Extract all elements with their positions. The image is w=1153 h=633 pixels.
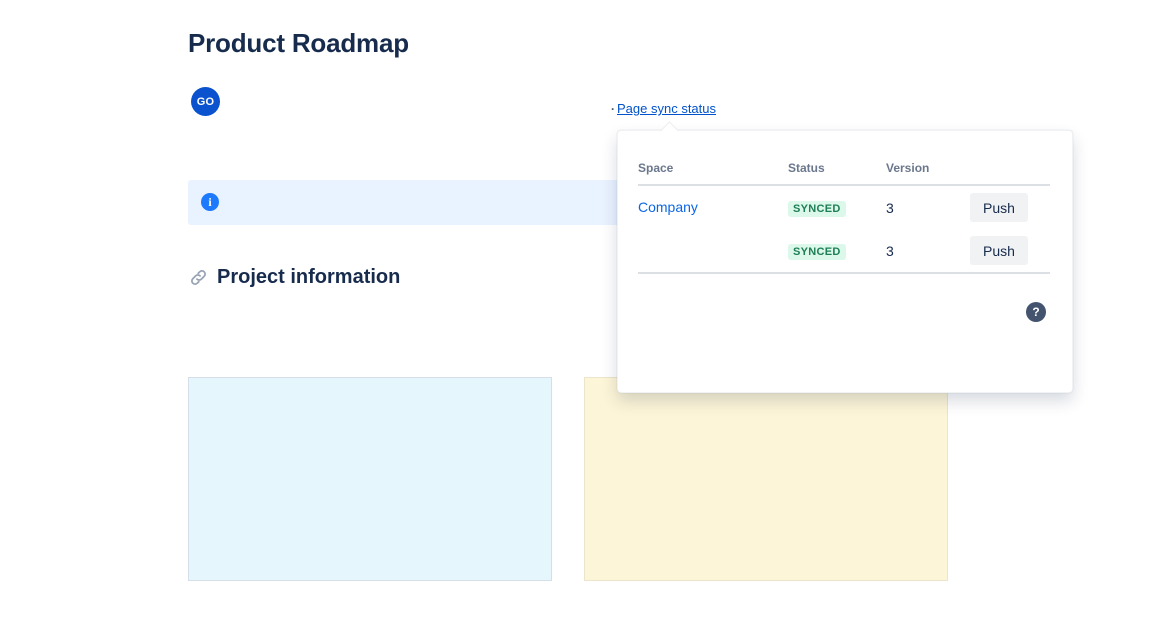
- avatar-initials: GO: [197, 96, 215, 108]
- page: Product Roadmap GO · Page sync status i …: [0, 0, 1153, 633]
- content-box-yellow[interactable]: [584, 377, 948, 581]
- push-button[interactable]: Push: [970, 236, 1028, 265]
- space-link-company[interactable]: Company: [638, 199, 698, 215]
- section-heading-label: Project information: [217, 266, 400, 289]
- section-heading: Project information: [188, 266, 400, 289]
- version-value: 3: [886, 243, 970, 259]
- info-icon-glyph: i: [208, 195, 211, 210]
- column-header-version: Version: [886, 161, 970, 175]
- byline-sync-status: · Page sync status: [611, 101, 716, 116]
- table-row: Company SYNCED 3 Push: [638, 186, 1050, 229]
- page-sync-status-popup: Space Status Version Company SYNCED 3 Pu…: [617, 130, 1073, 393]
- column-header-space: Space: [638, 161, 788, 175]
- push-button[interactable]: Push: [970, 193, 1028, 222]
- status-badge: SYNCED: [788, 201, 846, 217]
- content-box-blue[interactable]: [188, 377, 552, 581]
- table-row: SYNCED 3 Push: [638, 229, 1050, 272]
- link-icon: [188, 267, 209, 288]
- info-icon: i: [201, 193, 219, 211]
- version-value: 3: [886, 200, 970, 216]
- sync-table: Space Status Version Company SYNCED 3 Pu…: [638, 151, 1050, 274]
- avatar[interactable]: GO: [191, 87, 220, 116]
- byline-bullet: ·: [611, 102, 615, 116]
- page-title: Product Roadmap: [188, 28, 409, 59]
- page-sync-status-link[interactable]: Page sync status: [617, 101, 716, 116]
- popup-caret: [660, 121, 678, 139]
- help-icon-glyph: ?: [1032, 305, 1039, 319]
- help-icon[interactable]: ?: [1026, 302, 1046, 322]
- sync-table-body: Company SYNCED 3 Push SYNCED 3: [638, 186, 1050, 274]
- column-header-status: Status: [788, 161, 886, 175]
- status-badge: SYNCED: [788, 244, 846, 260]
- sync-table-header: Space Status Version: [638, 151, 1050, 186]
